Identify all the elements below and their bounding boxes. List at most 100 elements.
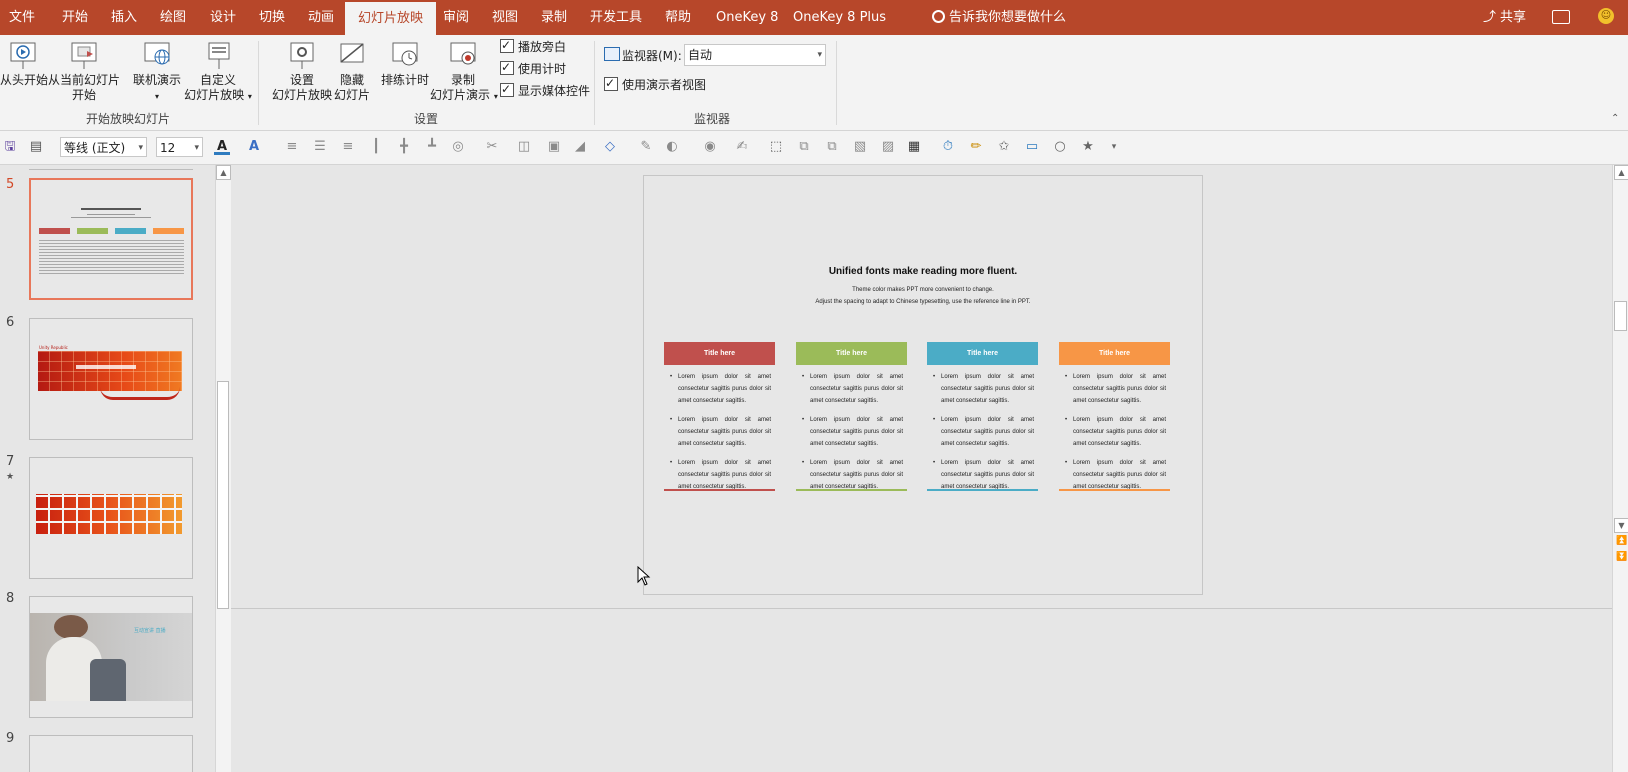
tab-transitions[interactable]: 切换	[259, 0, 285, 35]
tab-help[interactable]: 帮助	[665, 0, 691, 35]
tab-file[interactable]: 文件	[9, 0, 35, 35]
tab-review[interactable]: 审阅	[443, 0, 469, 35]
content-column-1[interactable]: Title here Lorem ipsum dolor sit amet co…	[664, 342, 775, 491]
slide-thumbnail-5[interactable]	[29, 178, 193, 300]
bring-forward-icon[interactable]: ▧	[852, 139, 868, 155]
format-painter-icon[interactable]: ✎	[638, 139, 654, 155]
mouse-cursor-icon	[637, 566, 651, 586]
customize-toolbar-icon[interactable]: ▾	[1106, 139, 1122, 155]
eraser-icon[interactable]: ✏	[968, 139, 984, 155]
tab-onekey8[interactable]: OneKey 8	[716, 0, 778, 35]
content-column-4[interactable]: Title here Lorem ipsum dolor sit amet co…	[1059, 342, 1170, 491]
chevron-down-icon: ▾	[194, 143, 199, 153]
tab-view[interactable]: 视图	[492, 0, 518, 35]
notes-pane-divider[interactable]	[231, 608, 1612, 609]
animation-star-icon[interactable]: ✩	[996, 139, 1012, 155]
previous-slide-icon[interactable]: ⏫	[1616, 536, 1627, 546]
current-slide[interactable]: Unified fonts make reading more fluent. …	[643, 175, 1203, 595]
slide-subtitle-2[interactable]: Adjust the spacing to adapt to Chinese t…	[644, 299, 1202, 305]
quick-format-toolbar: 🖫 ▤ 等线 (正文) ▾ 12 ▾ A A ≡ ☰ ≡ ┃ ╋ ┻ ◎ ✂ ◫ ▣…	[0, 131, 1628, 165]
tab-slideshow[interactable]: 幻灯片放映	[345, 2, 437, 35]
thumbnail-scrollbar[interactable]: ▲	[215, 165, 231, 772]
tab-insert[interactable]: 插入	[111, 0, 137, 35]
scroll-up-icon[interactable]: ▲	[1614, 165, 1628, 180]
align-center-icon[interactable]: ☰	[312, 139, 328, 155]
slide-thumbnail-8[interactable]: 互动宣讲 直播	[29, 596, 193, 718]
from-beginning-button[interactable]: 从头开始	[0, 41, 48, 88]
star-icon[interactable]: ★	[1080, 139, 1096, 155]
select-icon[interactable]: ⬚	[768, 139, 784, 155]
hide-slide-button[interactable]: 隐藏 幻灯片	[330, 41, 374, 103]
font-color-icon[interactable]: A	[214, 139, 230, 155]
fill-bucket-icon[interactable]: ◉	[702, 139, 718, 155]
slide-scroll-thumb[interactable]	[1614, 301, 1627, 331]
slide-scrollbar[interactable]: ▲ ▼ ⏫ ⏬	[1612, 165, 1628, 772]
distribute-icon[interactable]: ◫	[516, 139, 532, 155]
smiley-feedback-icon[interactable]: ☺	[1598, 8, 1614, 24]
tab-animations[interactable]: 动画	[308, 0, 334, 35]
align-top-icon[interactable]: ┃	[368, 139, 384, 155]
circle-icon[interactable]: ○	[1052, 139, 1068, 155]
align-right-icon[interactable]: ≡	[340, 139, 356, 155]
crop-icon[interactable]: ✂	[484, 139, 500, 155]
align-middle-icon[interactable]: ╋	[396, 139, 412, 155]
save-icon[interactable]: 🖫	[2, 139, 18, 155]
thumb-person-silhouette	[54, 615, 88, 639]
timer-icon[interactable]: ⏱	[940, 139, 956, 155]
screen-icon[interactable]: ▭	[1024, 139, 1040, 155]
scroll-down-icon[interactable]: ▼	[1614, 518, 1628, 533]
align-bottom-icon[interactable]: ┻	[424, 139, 440, 155]
slide-thumbnail-6[interactable]: Unity Republic	[29, 318, 193, 440]
shapes-icon[interactable]: ◇	[602, 139, 618, 155]
thumbnail-scroll-thumb[interactable]	[217, 381, 229, 609]
present-online-button[interactable]: 联机演示 ▾	[130, 41, 184, 104]
hide-slide-icon	[340, 43, 364, 63]
custom-slideshow-button[interactable]: 自定义 幻灯片放映 ▾	[184, 41, 252, 104]
font-name-select[interactable]: 等线 (正文) ▾	[60, 137, 147, 157]
rehearse-timer-icon	[392, 42, 418, 66]
ungroup-icon[interactable]: ⧉	[824, 139, 840, 155]
pen-icon[interactable]: ✍	[734, 139, 750, 155]
presenter-view-checkbox[interactable]: 使用演示者视图	[604, 75, 706, 93]
send-backward-icon[interactable]: ▨	[880, 139, 896, 155]
tab-record[interactable]: 录制	[541, 0, 567, 35]
slide-title[interactable]: Unified fonts make reading more fluent.	[644, 266, 1202, 277]
shape-fill-icon[interactable]: ◎	[450, 139, 466, 155]
show-media-controls-checkbox[interactable]: 显示媒体控件	[500, 81, 590, 99]
slide-subtitle-1[interactable]: Theme color makes PPT more convenient to…	[644, 287, 1202, 293]
play-narrations-checkbox[interactable]: 播放旁白	[500, 37, 566, 55]
use-timings-checkbox[interactable]: 使用计时	[500, 59, 566, 77]
comments-icon[interactable]	[1552, 10, 1570, 24]
tab-home[interactable]: 开始	[62, 0, 88, 35]
slide-thumbnail-9[interactable]	[29, 735, 193, 772]
shape-outline-icon[interactable]: ◐	[664, 139, 680, 155]
slide-thumbnail-pane: 5 6 Unity Republic 7 ★ 8 互动宣讲 直播 9	[0, 165, 215, 772]
tab-developer[interactable]: 开发工具	[590, 0, 642, 35]
arrange-icon[interactable]: ▣	[546, 139, 562, 155]
tab-draw[interactable]: 绘图	[160, 0, 186, 35]
thumb-banner-text	[76, 365, 136, 369]
table-icon[interactable]: ▦	[906, 139, 922, 155]
collapse-ribbon-icon[interactable]: ⌃	[1611, 113, 1619, 124]
text-effects-icon[interactable]: A	[246, 139, 262, 155]
from-current-slide-button[interactable]: 从当前幻灯片 开始	[48, 41, 120, 103]
tab-onekey8plus[interactable]: OneKey 8 Plus	[793, 0, 886, 35]
rehearse-timings-button[interactable]: 排练计时	[378, 41, 432, 88]
layout-icon[interactable]: ▤	[28, 139, 44, 155]
content-column-3[interactable]: Title here Lorem ipsum dolor sit amet co…	[927, 342, 1038, 491]
slide-thumbnail-7[interactable]	[29, 457, 193, 579]
tell-me-search[interactable]: 告诉我你想要做什么	[932, 0, 1066, 35]
align-left-icon[interactable]: ≡	[284, 139, 300, 155]
setup-slideshow-button[interactable]: 设置 幻灯片放映	[270, 41, 334, 103]
content-column-2[interactable]: Title here Lorem ipsum dolor sit amet co…	[796, 342, 907, 491]
next-slide-icon[interactable]: ⏬	[1616, 552, 1627, 562]
monitor-select[interactable]: 自动 ▾	[684, 44, 826, 66]
flip-icon[interactable]: ◢	[572, 139, 588, 155]
bullet-item: Lorem ipsum dolor sit amet consectetur s…	[670, 457, 771, 500]
font-size-select[interactable]: 12 ▾	[156, 137, 203, 157]
share-button[interactable]: ⤴ 共享	[1483, 0, 1526, 35]
group-icon[interactable]: ⧉	[796, 139, 812, 155]
scroll-up-icon[interactable]: ▲	[216, 165, 231, 180]
tab-design[interactable]: 设计	[210, 0, 236, 35]
record-slideshow-button[interactable]: 录制 幻灯片演示 ▾	[430, 41, 498, 104]
